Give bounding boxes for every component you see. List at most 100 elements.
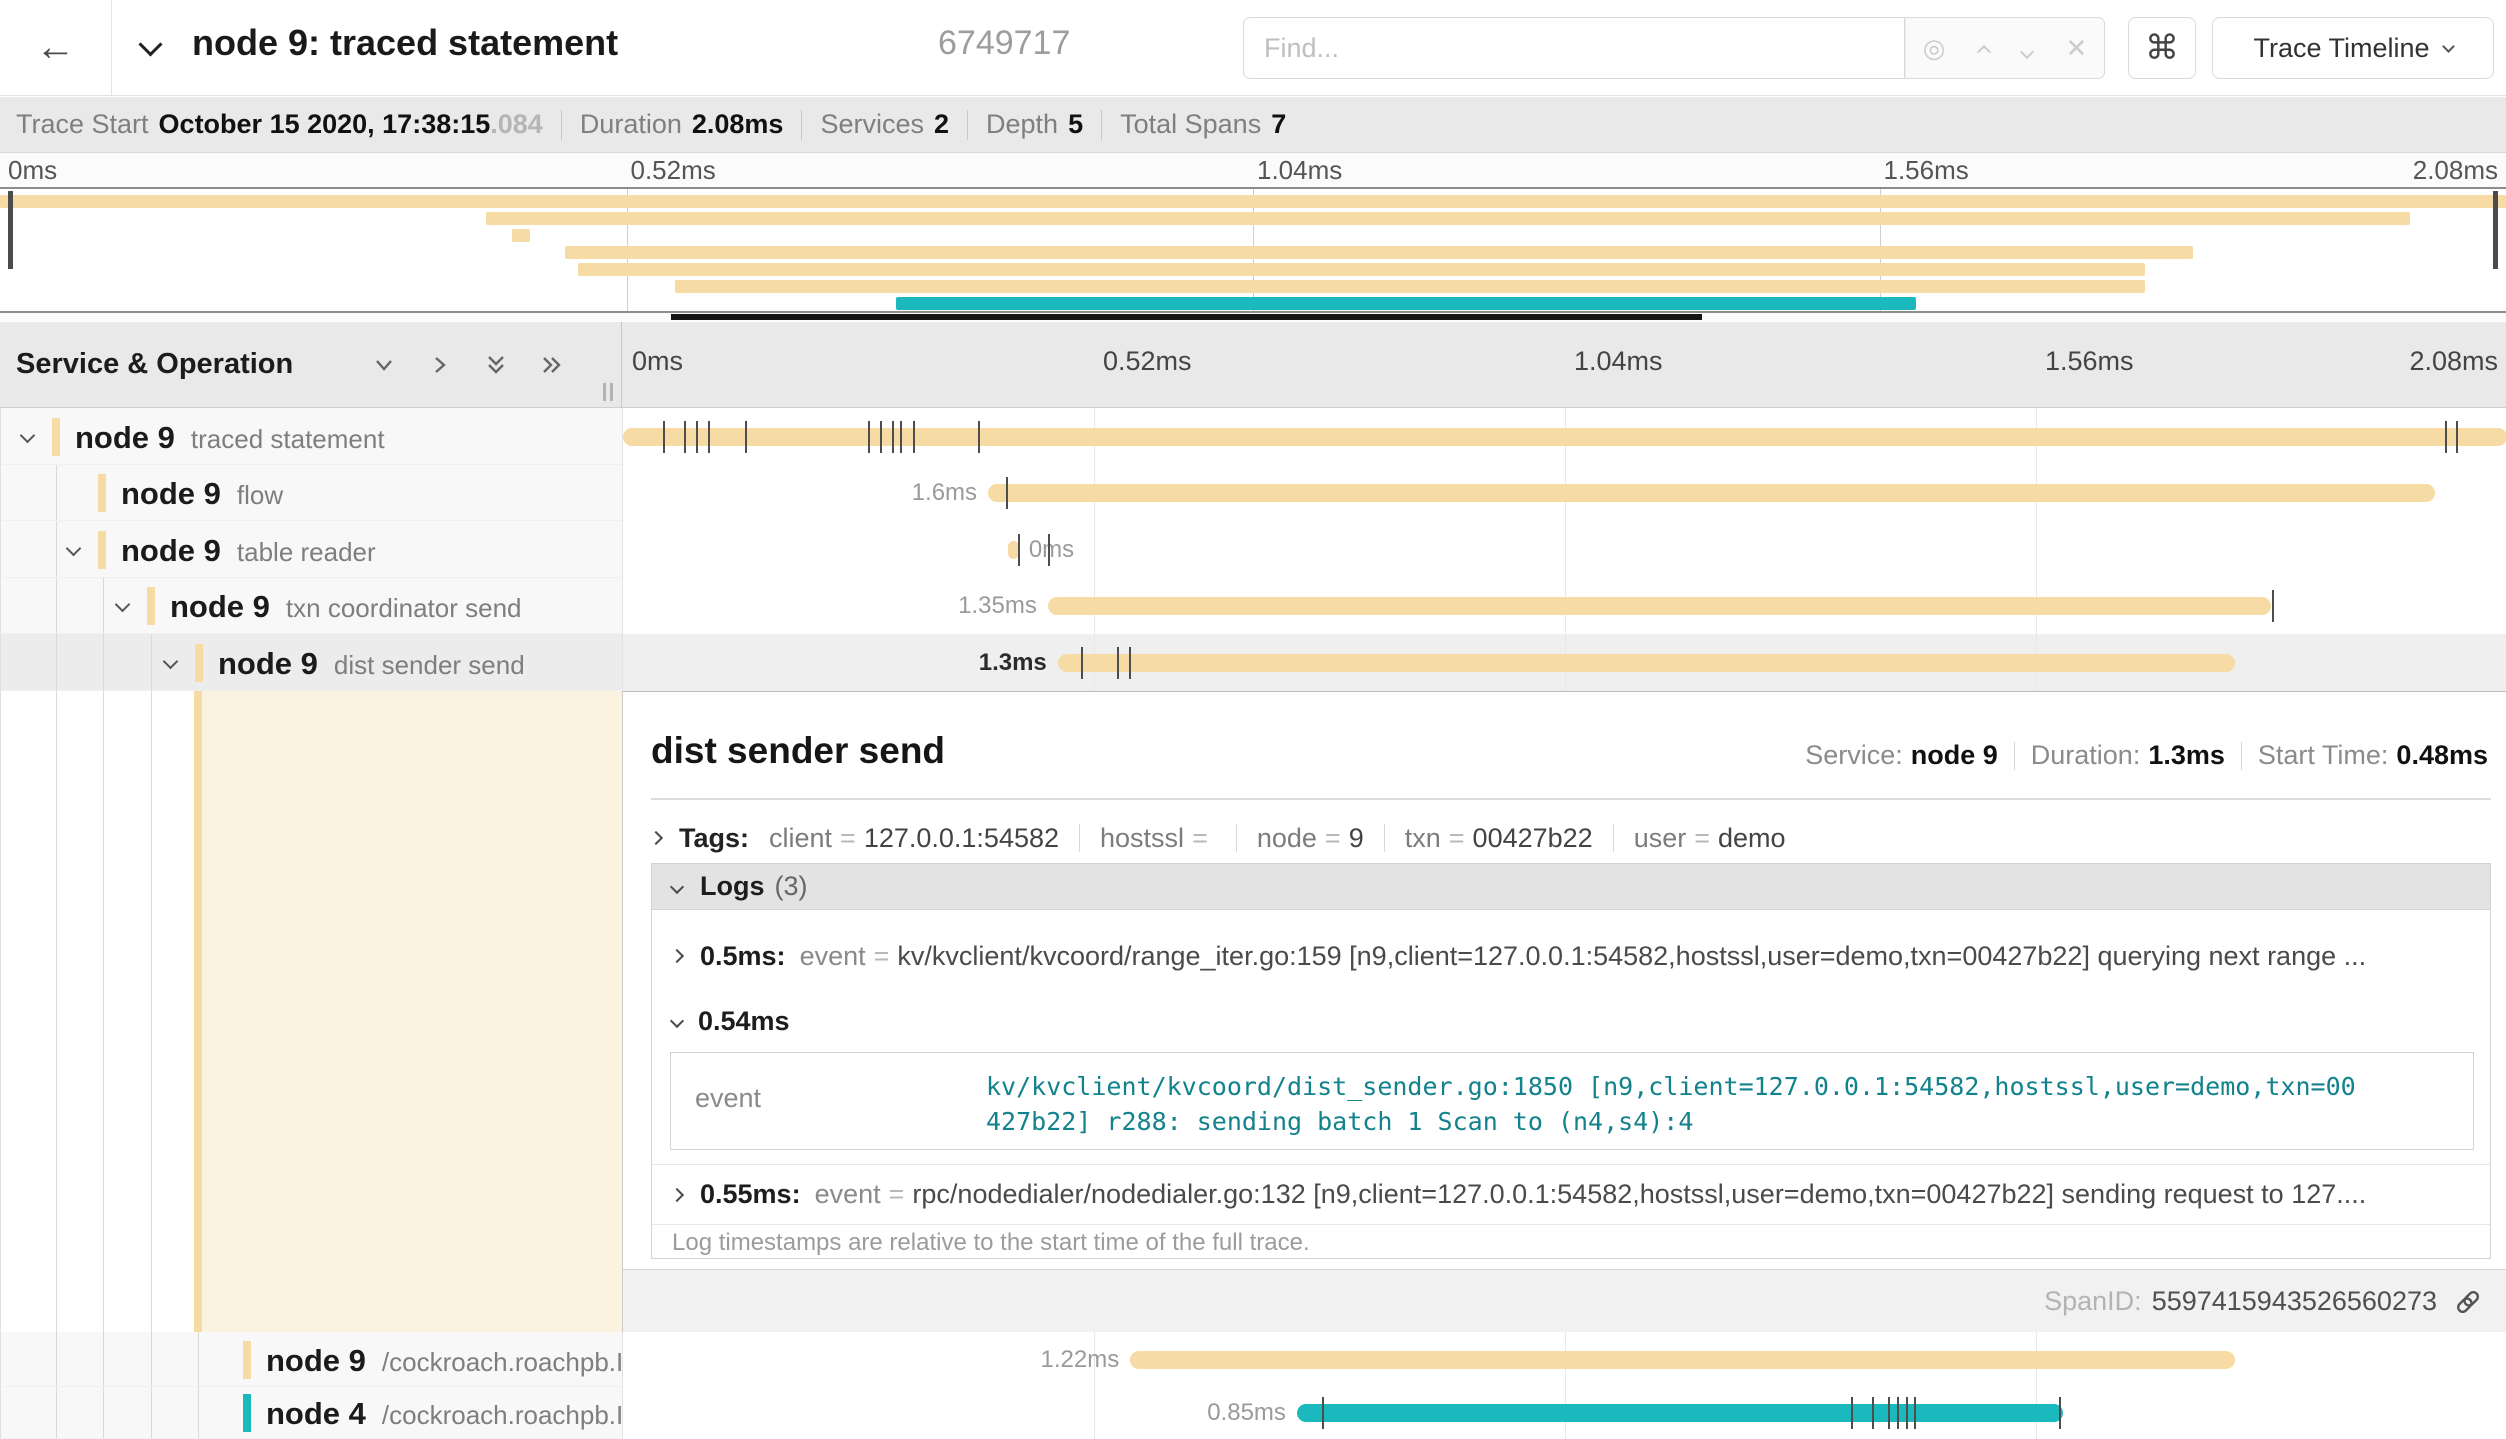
chevron-right-icon [670, 1187, 684, 1201]
locate-icon[interactable]: ◎ [1923, 35, 1946, 61]
tag-value: 9 [1349, 823, 1364, 854]
span-service: node 9 [121, 533, 221, 569]
log-entry-1[interactable]: 0.5ms: event = kv/kvclient/kvcoord/range… [652, 926, 2490, 986]
timeline-tick-label: 0ms [632, 346, 683, 377]
span-expand-chevron-icon[interactable] [68, 541, 79, 559]
next-result-icon[interactable] [2022, 35, 2032, 61]
duration-value: 1.3ms [2148, 740, 2225, 771]
log-field-name: event [695, 1083, 761, 1114]
log-marker [1914, 1397, 1916, 1429]
span-operation: dist sender send [334, 650, 525, 681]
timeline-gridline [2036, 521, 2037, 578]
tag-value: 00427b22 [1473, 823, 1593, 854]
span-duration-label: 1.3ms [979, 649, 1047, 677]
span-colorbar [243, 1394, 251, 1432]
span-row-name[interactable]: node 9flow [0, 465, 622, 521]
minimap-tick-label: 1.56ms [1884, 155, 1969, 186]
logs-count: (3) [775, 871, 808, 902]
span-bar[interactable] [1130, 1351, 2235, 1369]
minimap-span-bar [675, 280, 2145, 293]
log-marker [1018, 534, 1020, 566]
indent-guide [151, 1387, 152, 1438]
view-dropdown-label: Trace Timeline [2253, 33, 2429, 64]
span-name: node 9table reader [121, 533, 376, 569]
span-bar[interactable] [623, 428, 2506, 446]
timeline-gridline [1094, 521, 1095, 578]
log-marker [745, 421, 747, 453]
separator [1384, 824, 1385, 852]
minimap-scrollbar[interactable] [671, 314, 1702, 320]
clear-search-icon[interactable]: ✕ [2066, 35, 2088, 61]
span-row-name[interactable]: node 9/cockroach.roachpb.I... [0, 1332, 622, 1387]
tag-key: client [769, 823, 832, 854]
span-row-name[interactable]: node 9dist sender send [0, 634, 622, 691]
service-value: node 9 [1911, 740, 1998, 771]
grid-header: Service & Operation 0ms0.52ms1.04ms1.56m… [0, 322, 2506, 408]
minimap-right-handle[interactable] [2493, 191, 2498, 269]
span-expand-chevron-icon[interactable] [22, 428, 33, 446]
span-expand-chevron-icon[interactable] [165, 654, 176, 672]
separator [561, 110, 562, 140]
log-marker [684, 421, 686, 453]
view-dropdown[interactable]: Trace Timeline [2212, 17, 2494, 79]
span-row-timeline[interactable]: 1.3ms [622, 634, 2506, 691]
link-icon[interactable] [2453, 1287, 2483, 1317]
span-bar[interactable] [1297, 1404, 2063, 1422]
tag-key: txn [1405, 823, 1441, 854]
find-input[interactable] [1243, 17, 1905, 79]
expand-one-icon[interactable] [427, 352, 453, 378]
span-detail-title: dist sender send [651, 730, 945, 772]
column-resize-grip[interactable] [603, 383, 613, 401]
span-row-name[interactable]: node 9traced statement [0, 408, 622, 465]
indent-guide [56, 521, 57, 577]
collapse-all-icon[interactable] [483, 352, 509, 378]
separator [1101, 110, 1102, 140]
log-marker [708, 421, 710, 453]
tag-item: hostssl= [1100, 823, 1216, 854]
span-expand-chevron-icon[interactable] [117, 597, 128, 615]
tags-row[interactable]: Tags: client=127.0.0.1:54582hostssl=node… [651, 816, 1786, 860]
span-row-timeline[interactable]: 1.6ms [622, 465, 2506, 521]
back-button[interactable]: ← [0, 0, 112, 95]
log-marker [978, 421, 980, 453]
collapse-one-icon[interactable] [371, 352, 397, 378]
keyboard-shortcuts-button[interactable]: ⌘ [2128, 17, 2196, 79]
prev-result-icon[interactable] [1979, 35, 1989, 61]
tag-eq: = [1192, 823, 1208, 854]
timeline-header: 0ms0.52ms1.04ms1.56ms2.08ms [622, 322, 2506, 407]
span-bar[interactable] [1048, 597, 2272, 615]
span-row-name[interactable]: node 9table reader [0, 521, 622, 578]
indent-guide [56, 1387, 57, 1438]
logs-header[interactable]: Logs (3) [652, 864, 2490, 910]
span-row-timeline[interactable]: 1.22ms [622, 1332, 2506, 1387]
span-row-timeline[interactable]: 1.35ms [622, 578, 2506, 634]
timeline-gridline [1094, 1387, 1095, 1439]
log-marker [1906, 1397, 1908, 1429]
span-bar[interactable] [988, 484, 2435, 502]
minimap-left-handle[interactable] [8, 191, 13, 269]
summary-label: Duration [580, 109, 682, 140]
span-row-timeline[interactable] [622, 408, 2506, 465]
minimap-canvas[interactable] [0, 187, 2506, 313]
start-time-label: Start Time: [2258, 740, 2389, 771]
span-row-name[interactable]: node 9txn coordinator send [0, 578, 622, 634]
trace-collapse-chevron-icon[interactable] [142, 36, 159, 58]
span-bar[interactable] [1058, 654, 2236, 672]
log-entry-2-header[interactable]: 0.54ms [652, 996, 804, 1046]
expand-all-icon[interactable] [539, 352, 565, 378]
span-service: node 4 [266, 1396, 366, 1432]
span-name: node 9txn coordinator send [170, 589, 522, 625]
summary-value: 2 [934, 109, 949, 140]
timeline-minimap[interactable]: 0ms0.52ms1.04ms1.56ms2.08ms [0, 153, 2506, 321]
span-row-timeline[interactable]: 0.85ms [622, 1387, 2506, 1439]
summary-value: 7 [1271, 109, 1286, 140]
logs-label: Logs [700, 871, 765, 902]
span-colorbar [98, 474, 106, 512]
log-marker [2272, 590, 2274, 622]
log-marker [1081, 647, 1083, 679]
indent-guide [56, 634, 57, 690]
span-row-name[interactable]: node 4/cockroach.roachpb.I... [0, 1387, 622, 1439]
selected-span-indent-strip [0, 691, 622, 1332]
span-row-timeline[interactable]: 0ms [622, 521, 2506, 578]
log-entry-3[interactable]: 0.55ms: event = rpc/nodedialer/nodediale… [652, 1164, 2490, 1224]
